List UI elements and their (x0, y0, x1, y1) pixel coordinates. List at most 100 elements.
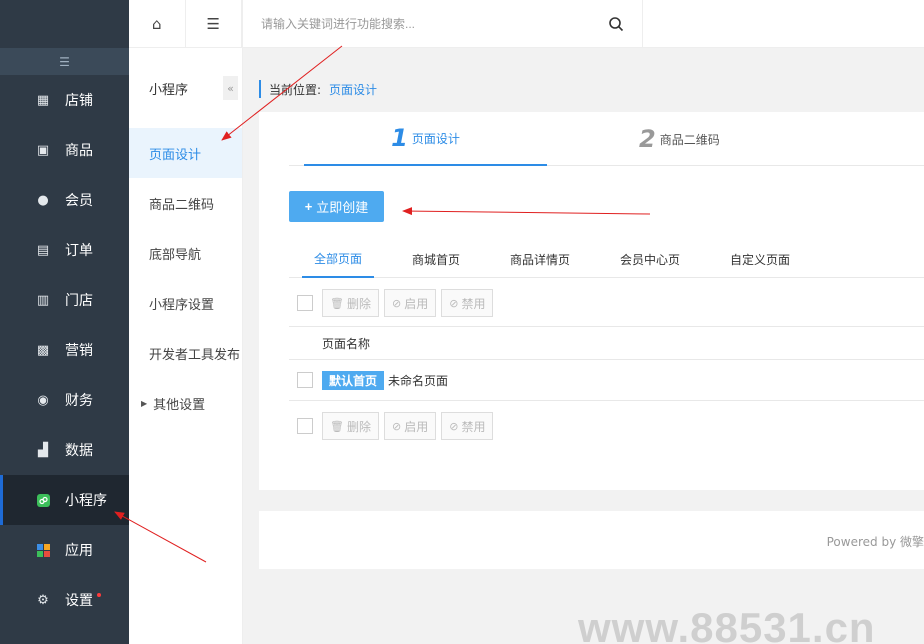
home-button[interactable]: ⌂ (129, 0, 186, 48)
step-page-design[interactable]: 1 页面设计 (304, 112, 547, 166)
home-icon: ⌂ (151, 15, 162, 33)
column-page-name: 页面名称 (322, 336, 371, 351)
enable-label: 启用 (404, 419, 429, 434)
money-bag-icon: ◉ (37, 392, 49, 408)
sidebar-item-finance[interactable]: ◉ 财务 (0, 375, 129, 425)
delete-label: 删除 (346, 419, 371, 434)
disable-button-bottom[interactable]: ⊘ 禁用 (441, 412, 494, 440)
sidebar-item-label: 订单 (65, 243, 93, 259)
sidebar-item-label: 财务 (65, 393, 93, 409)
apps-icon (36, 543, 50, 557)
main-sidebar: ☰ ▦ 店铺 ▣ 商品 ● 会员 ▤ 订单 ▥ 门店 ▩ 营销 ◉ 财务 ▟ 数… (0, 0, 129, 644)
sidebar-item-shops[interactable]: ▥ 门店 (0, 275, 129, 325)
top-header (243, 0, 924, 48)
sidebar-item-label: 商品 (65, 143, 93, 159)
sidebar-item-data[interactable]: ▟ 数据 (0, 425, 129, 475)
sidebar-item-label: 会员 (65, 193, 93, 209)
page-type-tabs: 全部页面 商城首页 商品详情页 会员中心页 自定义页面 (289, 241, 924, 278)
breadcrumb-current[interactable]: 页面设计 (329, 81, 377, 98)
goods-icon: ▣ (36, 142, 50, 158)
page-name[interactable]: 未命名页面 (388, 372, 448, 389)
store-icon: ▦ (36, 92, 50, 108)
search-bar (243, 0, 643, 48)
subnav-item-label: 开发者工具发布 (149, 347, 241, 363)
tab-all-pages[interactable]: 全部页面 (302, 241, 375, 278)
sidebar-collapse-toggle[interactable]: ☰ (0, 48, 129, 75)
notification-dot (97, 593, 101, 597)
search-icon[interactable] (608, 16, 624, 32)
sidebar-logo-area (0, 0, 129, 48)
topbar-buttons: ⌂ ☰ (129, 0, 242, 48)
subnav-item-other-settings[interactable]: ▶ 其他设置 (129, 378, 242, 428)
sidebar-item-apps[interactable]: 应用 (0, 525, 129, 575)
default-home-badge: 默认首页 (322, 370, 385, 390)
disable-button[interactable]: ⊘ 禁用 (441, 289, 494, 317)
enable-button[interactable]: ⊘ 启用 (383, 289, 437, 317)
step-number: 1 (391, 124, 408, 152)
tab-goods-detail[interactable]: 商品详情页 (510, 241, 570, 278)
check-circle-icon: ⊘ (391, 419, 402, 433)
watermark: www.88531.cn (578, 604, 876, 644)
delete-button[interactable]: 🗑 删除 (322, 289, 379, 317)
row-checkbox[interactable] (297, 372, 313, 388)
subnav-item-goods-qrcode[interactable]: 商品二维码 (129, 178, 242, 228)
sidebar-item-settings[interactable]: ⚙ 设置 (0, 575, 129, 625)
subnav-item-label: 底部导航 (149, 247, 202, 263)
sidebar-item-marketing[interactable]: ▩ 营销 (0, 325, 129, 375)
trash-icon: 🗑 (330, 419, 344, 433)
tab-member-center[interactable]: 会员中心页 (620, 241, 680, 278)
sidebar-item-goods[interactable]: ▣ 商品 (0, 125, 129, 175)
trash-icon: 🗑 (330, 296, 344, 310)
subnav-item-label: 其他设置 (153, 397, 206, 413)
chart-icon: ▟ (38, 442, 48, 458)
fold-subnav-button[interactable]: « (223, 76, 238, 100)
subnav-item-page-design[interactable]: 页面设计 (129, 128, 242, 178)
step-goods-qrcode[interactable]: 2 商品二维码 (639, 112, 720, 166)
shop-icon: ▥ (36, 292, 50, 308)
delete-button-bottom[interactable]: 🗑 删除 (322, 412, 379, 440)
subnav-item-bottom-nav[interactable]: 底部导航 (129, 228, 242, 278)
sidebar-item-orders[interactable]: ▤ 订单 (0, 225, 129, 275)
miniprogram-icon (36, 493, 50, 507)
create-now-button[interactable]: + 立即创建 (289, 191, 384, 222)
ban-icon: ⊘ (449, 419, 459, 433)
subnav-item-label: 页面设计 (149, 147, 202, 163)
ban-icon: ⊘ (449, 296, 459, 310)
subnav-item-miniprogram-settings[interactable]: 小程序设置 (129, 278, 242, 328)
sidebar-item-label: 设置 (65, 593, 93, 609)
subnav-item-label: 小程序设置 (149, 297, 215, 313)
tab-mall-home[interactable]: 商城首页 (412, 241, 460, 278)
subnav-item-label: 商品二维码 (149, 197, 215, 213)
caret-right-icon: ▶ (141, 398, 148, 408)
sidebar-item-miniprogram[interactable]: 小程序 (0, 475, 129, 525)
enable-label: 启用 (404, 296, 429, 311)
tab-label: 商品详情页 (510, 253, 571, 267)
menu-button[interactable]: ☰ (186, 0, 242, 48)
user-icon: ● (37, 192, 49, 208)
powered-by-text: Powered by 微擎 (826, 535, 924, 549)
sidebar-item-label: 数据 (65, 443, 93, 459)
sidebar-item-label: 营销 (65, 343, 93, 359)
subnav-item-devtools-publish[interactable]: 开发者工具发布 (129, 328, 242, 378)
step-number: 2 (639, 125, 656, 153)
subnav-title: 小程序 « (129, 48, 242, 128)
sidebar-item-label: 店铺 (65, 93, 93, 109)
create-button-label: 立即创建 (316, 200, 369, 215)
subnav-title-label: 小程序 (149, 82, 189, 98)
menu-icon: ☰ (206, 15, 220, 33)
sidebar-item-store[interactable]: ▦ 店铺 (0, 75, 129, 125)
breadcrumb: 当前位置: 页面设计 (259, 80, 377, 98)
check-circle-icon: ⊘ (391, 296, 402, 310)
sidebar-item-members[interactable]: ● 会员 (0, 175, 129, 225)
tab-label: 会员中心页 (620, 253, 681, 267)
select-all-checkbox-bottom[interactable] (297, 418, 313, 434)
search-input[interactable] (261, 17, 601, 31)
tab-custom-page[interactable]: 自定义页面 (730, 241, 790, 278)
order-icon: ▤ (36, 242, 50, 258)
content-panel: 1 页面设计 2 商品二维码 + 立即创建 全部页面 商城首页 商品详情页 会员… (259, 112, 924, 490)
tab-label: 全部页面 (314, 252, 363, 266)
select-all-checkbox[interactable] (297, 295, 313, 311)
delete-label: 删除 (346, 296, 371, 311)
disable-label: 禁用 (461, 296, 486, 311)
enable-button-bottom[interactable]: ⊘ 启用 (383, 412, 437, 440)
